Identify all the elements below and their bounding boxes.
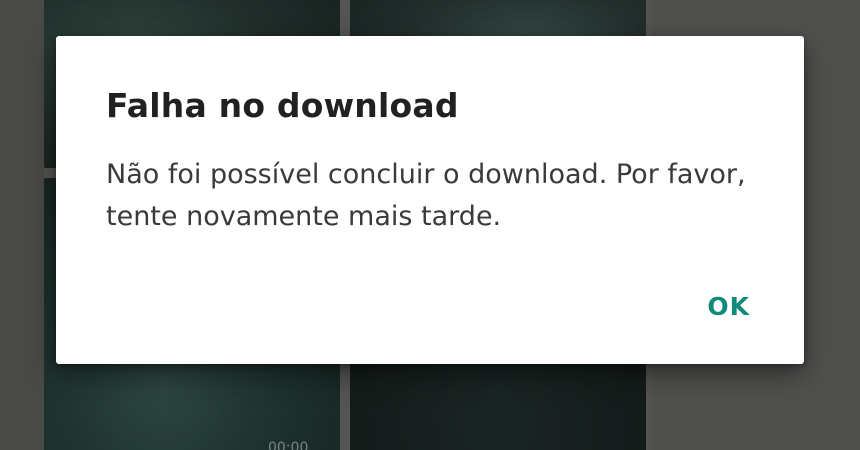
dialog-message: Não foi possível concluir o download. Po… [106, 159, 746, 232]
screen: 00:00 Falha no download Não foi possível… [0, 0, 860, 450]
download-failed-dialog: Falha no download Não foi possível concl… [56, 36, 804, 364]
dialog-title: Falha no download [106, 86, 459, 125]
ok-button[interactable]: OK [701, 288, 756, 325]
